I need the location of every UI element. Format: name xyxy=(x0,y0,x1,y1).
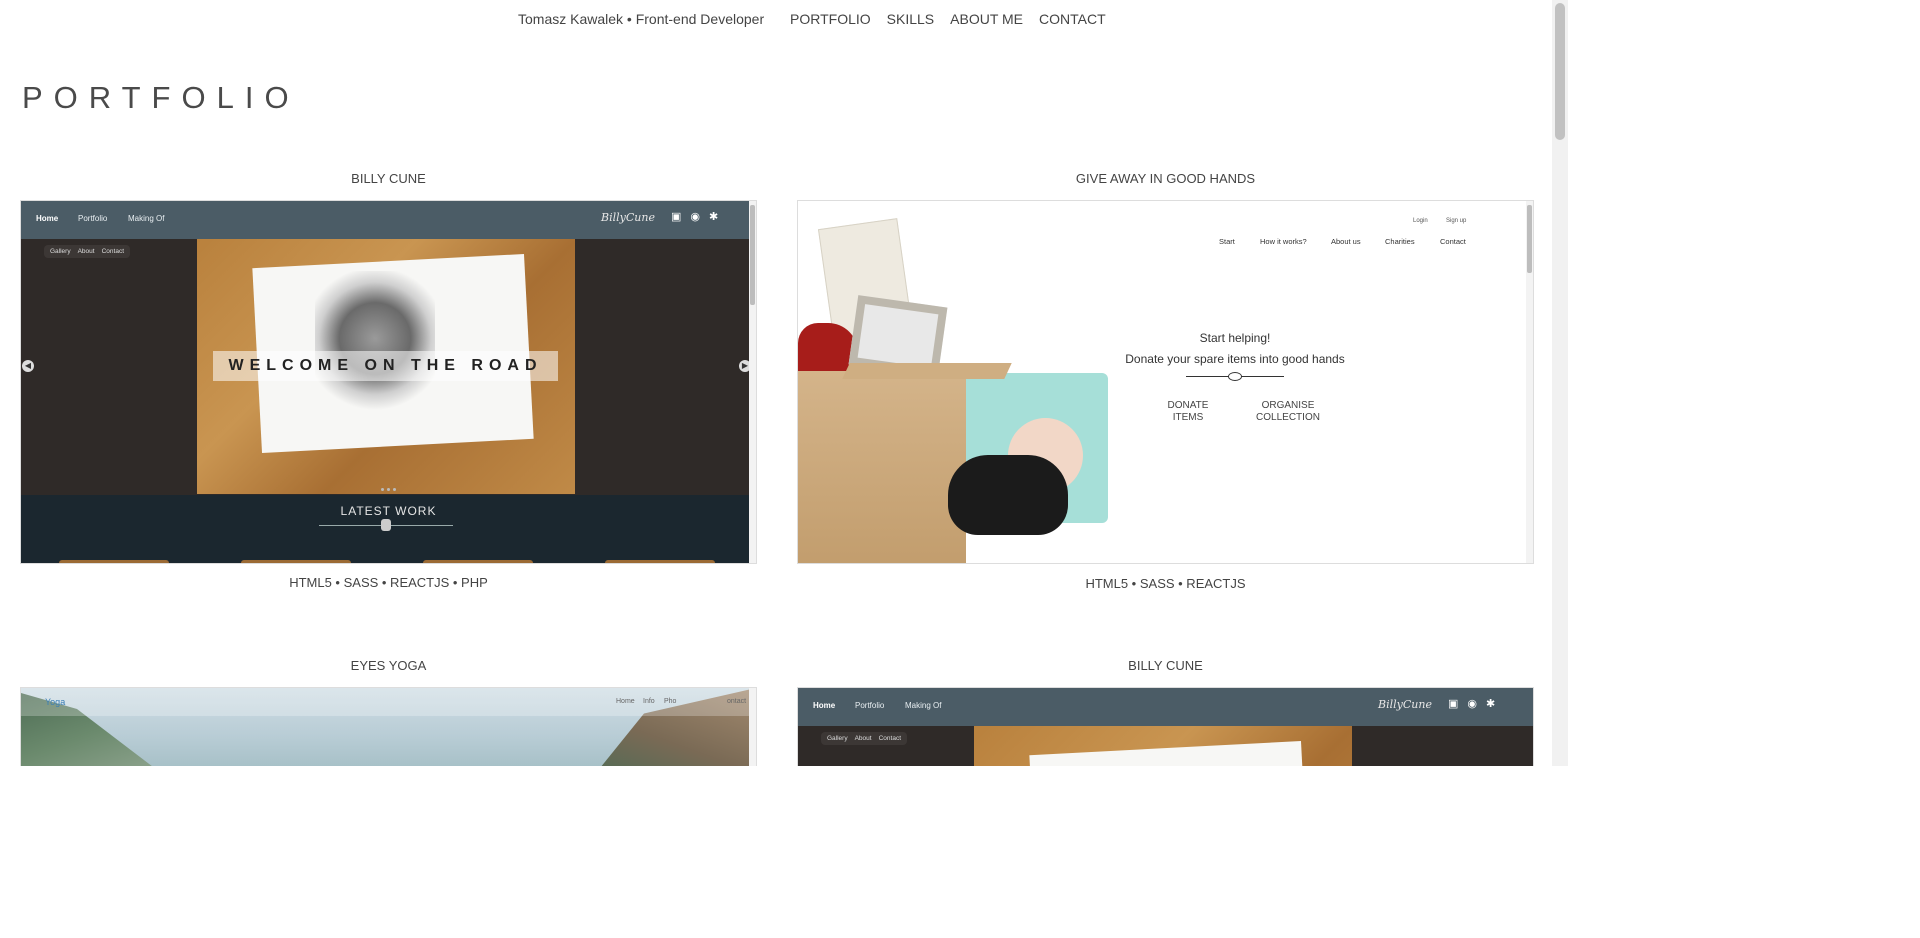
box-flap xyxy=(842,363,1012,379)
mock-donate-button[interactable]: DONATE ITEMS xyxy=(1158,400,1218,424)
mock-social-icons: ▣ ◉ ✱ xyxy=(671,210,718,223)
cardboard-box-illustration xyxy=(798,371,966,563)
mock-nav-home[interactable]: Home xyxy=(616,698,635,705)
deviantart-icon[interactable]: ✱ xyxy=(709,210,718,223)
scrollbar-thumb[interactable] xyxy=(1527,205,1532,273)
mock-navbar: Yoga Home Info Pho ontact xyxy=(21,688,756,716)
mock-menu-charities[interactable]: Charities xyxy=(1385,237,1415,246)
mock-logo[interactable]: Yoga xyxy=(45,697,65,707)
mock-signup-link[interactable]: Sign up xyxy=(1446,218,1466,224)
project-preview-eyes-yoga[interactable]: Yoga Home Info Pho ontact xyxy=(20,687,757,766)
mock-nav-info[interactable]: Info xyxy=(643,698,655,705)
project-title-billy-cune: BILLY CUNE xyxy=(351,171,426,186)
mock-hero-text: WELCOME ON THE ROAD xyxy=(213,351,558,381)
nav-about-me[interactable]: ABOUT ME xyxy=(950,11,1023,27)
mock-social-icons: ▣ ◉ ✱ xyxy=(1448,697,1495,710)
project-preview-give-away[interactable]: Login Sign up Start How it works? About … xyxy=(797,200,1534,564)
mock-donate-line1: DONATE xyxy=(1167,400,1209,411)
mock-subnav: Gallery About Contact xyxy=(44,245,130,258)
ornament-icon xyxy=(1228,372,1242,381)
mock-subnav-contact[interactable]: Contact xyxy=(102,248,124,255)
page-scrollbar-thumb[interactable] xyxy=(1555,3,1565,140)
mock-navbar: Home Portfolio Making Of BillyCune ▣ ◉ ✱ xyxy=(21,201,756,239)
mock-nav-photos[interactable]: Pho xyxy=(664,698,676,705)
donation-box-image xyxy=(798,218,1118,563)
mock-hero-section: Gallery About Contact WELCOME ON THE ROA… xyxy=(21,239,756,495)
instagram-icon[interactable]: ◉ xyxy=(1467,697,1477,710)
instagram-icon[interactable]: ◉ xyxy=(690,210,700,223)
carousel-prev-icon[interactable]: ◀ xyxy=(22,360,34,372)
mock-heading-start: Start helping! xyxy=(1199,331,1271,345)
mock-donate-line2: ITEMS xyxy=(1172,412,1204,423)
project-title-eyes-yoga: EYES YOGA xyxy=(350,658,427,673)
project-preview-billy-cune-2[interactable]: Home Portfolio Making Of BillyCune ▣ ◉ ✱… xyxy=(797,687,1534,766)
rock-hand-icon xyxy=(381,519,391,531)
facebook-icon[interactable]: ▣ xyxy=(671,210,681,223)
mock-menu-about-us[interactable]: About us xyxy=(1331,237,1361,246)
project-title-give-away: GIVE AWAY IN GOOD HANDS xyxy=(1075,171,1256,186)
mock-navbar: Home Portfolio Making Of BillyCune ▣ ◉ ✱ xyxy=(798,688,1533,726)
nav-skills[interactable]: SKILLS xyxy=(887,11,934,27)
mock-organise-line2: COLLECTION xyxy=(1256,412,1320,423)
page-title: PORTFOLIO xyxy=(22,80,300,115)
mock-nav-home[interactable]: Home xyxy=(36,214,58,223)
mock-subnav-contact[interactable]: Contact xyxy=(879,735,901,742)
preview-scrollbar[interactable] xyxy=(749,201,756,563)
project-title-billy-cune-2: BILLY CUNE xyxy=(1128,658,1203,673)
mock-nav-making-of[interactable]: Making Of xyxy=(128,214,164,223)
mock-menu-how-it-works[interactable]: How it works? xyxy=(1260,237,1307,246)
mock-organise-line1: ORGANISE xyxy=(1261,400,1315,411)
scrollbar-thumb[interactable] xyxy=(750,205,755,305)
mock-hero-image: WELCOME ON THE ROAD xyxy=(197,239,575,494)
project-preview-billy-cune[interactable]: Home Portfolio Making Of BillyCune ▣ ◉ ✱… xyxy=(20,200,757,564)
project-tech-give-away: HTML5 • SASS • REACTJS xyxy=(1085,576,1246,591)
project-tech-billy-cune: HTML5 • SASS • REACTJS • PHP xyxy=(289,575,488,590)
mock-subnav-about[interactable]: About xyxy=(855,735,872,742)
mock-subnav-about[interactable]: About xyxy=(78,248,95,255)
mock-nav-making-of[interactable]: Making Of xyxy=(905,701,941,710)
top-navigation: Tomasz Kawalek • Front-end Developer POR… xyxy=(0,0,1552,40)
mock-logo: BillyCune xyxy=(1378,698,1432,711)
page-scrollbar[interactable] xyxy=(1552,0,1568,766)
paper-sheet xyxy=(1029,741,1311,766)
gamepad-illustration xyxy=(948,455,1068,535)
mock-hero-section: Gallery About Contact xyxy=(798,726,1533,766)
facebook-icon[interactable]: ▣ xyxy=(1448,697,1458,710)
engine-illustration xyxy=(315,271,435,421)
mock-hero-image xyxy=(974,726,1352,766)
mock-organise-button[interactable]: ORGANISE COLLECTION xyxy=(1247,400,1329,424)
mock-latest-work: LATEST WORK xyxy=(21,495,756,563)
preview-scrollbar[interactable] xyxy=(749,688,756,766)
mock-menu-start[interactable]: Start xyxy=(1219,237,1235,246)
main-menu: PORTFOLIO SKILLS ABOUT ME CONTACT xyxy=(790,11,1106,27)
mock-heading-donate: Donate your spare items into good hands xyxy=(1125,352,1345,366)
preview-scrollbar[interactable] xyxy=(1526,201,1533,563)
mock-subnav-gallery[interactable]: Gallery xyxy=(827,735,848,742)
mock-nav-contact[interactable]: ontact xyxy=(727,698,746,705)
nav-contact[interactable]: CONTACT xyxy=(1039,11,1106,27)
mock-thumbnails xyxy=(21,560,756,563)
mock-latest-heading: LATEST WORK xyxy=(340,504,437,518)
mock-menu-contact[interactable]: Contact xyxy=(1440,237,1466,246)
mock-nav-portfolio[interactable]: Portfolio xyxy=(78,214,107,223)
mock-nav-portfolio[interactable]: Portfolio xyxy=(855,701,884,710)
mock-login-link[interactable]: Login xyxy=(1413,218,1428,224)
mock-nav-home[interactable]: Home xyxy=(813,701,835,710)
carousel-dots[interactable] xyxy=(381,488,396,491)
mock-subnav-gallery[interactable]: Gallery xyxy=(50,248,71,255)
brand-title[interactable]: Tomasz Kawalek • Front-end Developer xyxy=(518,11,764,27)
mock-logo: BillyCune xyxy=(601,211,655,224)
mock-subnav: Gallery About Contact xyxy=(821,732,907,745)
deviantart-icon[interactable]: ✱ xyxy=(1486,697,1495,710)
nav-portfolio[interactable]: PORTFOLIO xyxy=(790,11,871,27)
